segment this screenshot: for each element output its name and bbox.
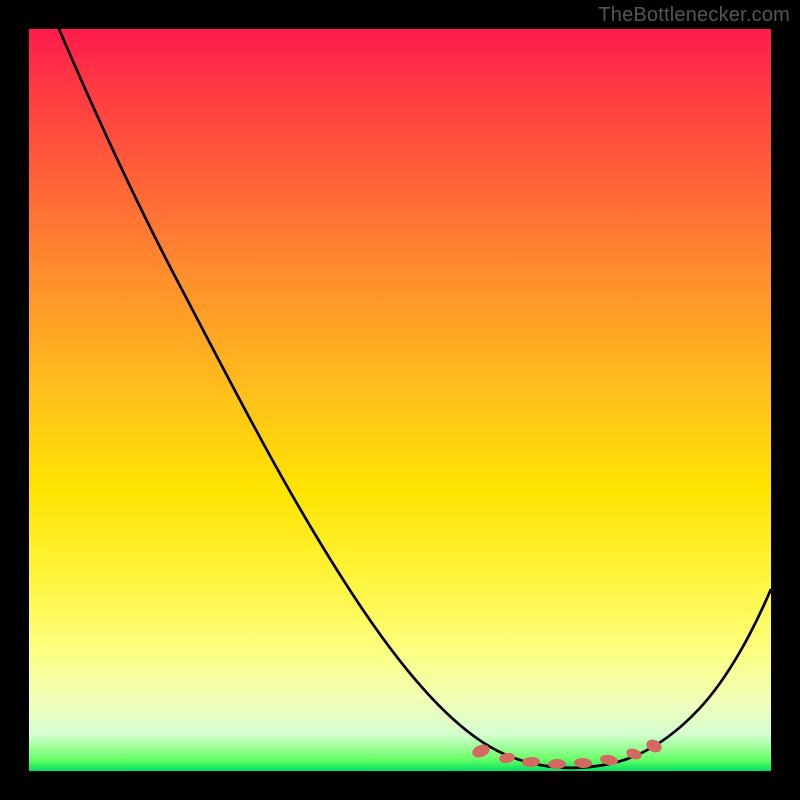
bottleneck-curve (59, 29, 771, 768)
plot-area (29, 29, 771, 771)
chart-frame: TheBottlenecker.com (0, 0, 800, 800)
attribution-label: TheBottlenecker.com (598, 4, 790, 27)
curve-layer (29, 29, 771, 771)
